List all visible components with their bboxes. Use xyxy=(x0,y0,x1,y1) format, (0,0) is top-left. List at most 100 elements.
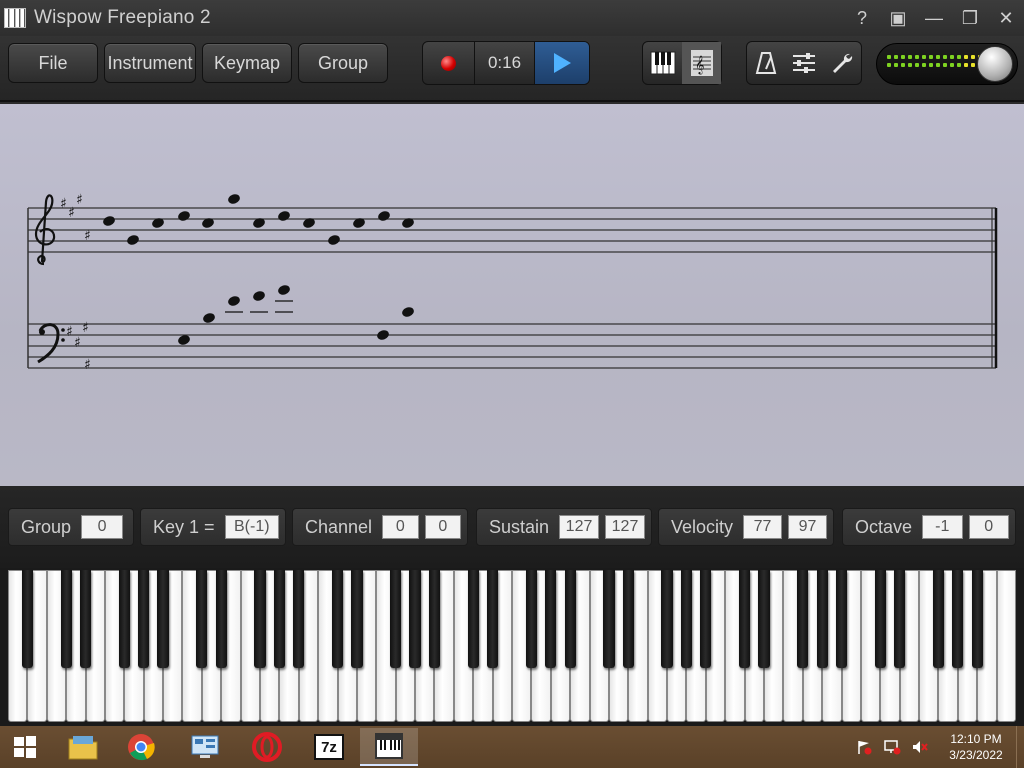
start-button[interactable] xyxy=(0,728,50,766)
black-key[interactable] xyxy=(894,570,906,668)
black-key[interactable] xyxy=(971,570,983,668)
score-view-button[interactable]: 𝄞 xyxy=(682,42,721,84)
svg-text:𝄞: 𝄞 xyxy=(695,55,704,75)
black-key[interactable] xyxy=(428,570,441,668)
group-param: Group 0 xyxy=(8,508,134,546)
velocity-label: Velocity xyxy=(671,516,734,537)
velocity-value-2[interactable]: 97 xyxy=(788,515,827,539)
volume-muted-icon[interactable] xyxy=(908,738,932,756)
black-key[interactable] xyxy=(254,570,266,668)
black-key[interactable] xyxy=(816,570,828,668)
treble-key-signature: ♯ ♯ ♯ ♯ xyxy=(60,192,91,244)
black-key[interactable] xyxy=(21,570,33,668)
minimize-button[interactable]: — xyxy=(916,0,952,36)
sustain-value-1[interactable]: 127 xyxy=(559,515,600,539)
black-key[interactable] xyxy=(622,570,634,668)
record-icon xyxy=(441,55,456,71)
7zip-taskbar-button[interactable]: 7z xyxy=(300,728,358,766)
metronome-button[interactable] xyxy=(747,42,785,84)
black-key[interactable] xyxy=(932,570,945,668)
instrument-menu-button[interactable]: Instrument xyxy=(104,43,196,83)
sustain-value-2[interactable]: 127 xyxy=(605,515,645,539)
black-key[interactable] xyxy=(60,570,72,668)
black-key[interactable] xyxy=(273,570,285,668)
freepiano-icon xyxy=(375,733,403,759)
black-key[interactable] xyxy=(952,570,964,668)
chrome-taskbar-button[interactable] xyxy=(112,728,170,766)
black-key[interactable] xyxy=(215,570,227,668)
velocity-value-1[interactable]: 77 xyxy=(743,515,783,539)
action-center-flag-icon[interactable] xyxy=(852,738,876,756)
black-key[interactable] xyxy=(603,570,615,668)
close-button[interactable]: ✕ xyxy=(988,0,1024,36)
black-key[interactable] xyxy=(874,570,886,668)
sustain-param: Sustain 127 127 xyxy=(476,508,652,546)
network-icon[interactable] xyxy=(880,738,904,756)
black-key[interactable] xyxy=(758,570,770,668)
group-menu-button[interactable]: Group xyxy=(298,43,388,83)
freepiano-taskbar-button[interactable] xyxy=(360,728,418,766)
octave-value-1[interactable]: -1 xyxy=(922,515,963,539)
svg-text:♯: ♯ xyxy=(84,228,91,244)
control-panel-taskbar-button[interactable] xyxy=(176,728,234,766)
black-key[interactable] xyxy=(331,570,344,668)
help-button[interactable]: ? xyxy=(844,0,880,36)
group-label: Group xyxy=(21,516,72,537)
black-key[interactable] xyxy=(351,570,363,668)
volume-knob[interactable] xyxy=(977,46,1013,82)
opera-taskbar-button[interactable] xyxy=(238,728,296,766)
opera-icon xyxy=(252,732,282,762)
black-key[interactable] xyxy=(797,570,809,668)
play-button[interactable] xyxy=(535,42,589,84)
octave-label: Octave xyxy=(855,516,913,537)
parameter-bar: Group 0 Key 1 = B(-1) Channel 0 0 Sustai… xyxy=(0,486,1024,568)
black-key[interactable] xyxy=(545,570,557,668)
black-key[interactable] xyxy=(835,570,848,668)
freepiano-window: Wispow Freepiano 2 ? ▣ — ❐ ✕ File Instru… xyxy=(0,0,1024,768)
velocity-param: Velocity 77 97 xyxy=(658,508,834,546)
black-key[interactable] xyxy=(79,570,92,668)
show-desktop-button[interactable] xyxy=(1016,726,1024,768)
channel-value-2[interactable]: 0 xyxy=(424,515,461,539)
fullscreen-button[interactable]: ▣ xyxy=(880,0,916,36)
svg-text:♯: ♯ xyxy=(68,205,75,221)
black-key[interactable] xyxy=(196,570,208,668)
taskbar-clock[interactable]: 12:10 PM 3/23/2022 xyxy=(936,731,1016,763)
mixer-settings-button[interactable] xyxy=(785,42,823,84)
record-button[interactable] xyxy=(423,42,475,84)
black-key[interactable] xyxy=(564,570,576,668)
black-key[interactable] xyxy=(293,570,305,668)
windows-logo-icon xyxy=(14,736,36,758)
keymap-menu-button[interactable]: Keymap xyxy=(202,43,292,83)
octave-value-2[interactable]: 0 xyxy=(968,515,1009,539)
piano-keyboard xyxy=(0,568,1024,726)
playback-time: 0:16 xyxy=(475,42,535,84)
black-key[interactable] xyxy=(138,570,150,668)
black-key[interactable] xyxy=(118,570,130,668)
black-key[interactable] xyxy=(525,570,537,668)
white-key[interactable] xyxy=(996,570,1016,722)
black-key[interactable] xyxy=(390,570,402,668)
keyboard-view-button[interactable] xyxy=(643,42,682,84)
black-key[interactable] xyxy=(409,570,421,668)
svg-text:♯: ♯ xyxy=(84,357,91,373)
black-key[interactable] xyxy=(700,570,712,668)
octave-param: Octave -1 0 xyxy=(842,508,1016,546)
svg-text:♯: ♯ xyxy=(82,320,89,336)
file-explorer-taskbar-button[interactable] xyxy=(54,728,112,766)
key-value[interactable]: B(-1) xyxy=(224,515,279,539)
bass-clef xyxy=(37,323,65,364)
black-key[interactable] xyxy=(486,570,499,668)
file-menu-button[interactable]: File xyxy=(8,43,98,83)
group-value[interactable]: 0 xyxy=(81,515,124,539)
restore-button[interactable]: ❐ xyxy=(952,0,988,36)
settings-button[interactable] xyxy=(823,42,861,84)
black-key[interactable] xyxy=(467,570,479,668)
channel-value-1[interactable]: 0 xyxy=(382,515,419,539)
black-key[interactable] xyxy=(661,570,673,668)
clock-date: 3/23/2022 xyxy=(949,748,1003,762)
black-key[interactable] xyxy=(157,570,169,668)
metronome-icon xyxy=(755,52,777,74)
black-key[interactable] xyxy=(680,570,693,668)
black-key[interactable] xyxy=(738,570,751,668)
